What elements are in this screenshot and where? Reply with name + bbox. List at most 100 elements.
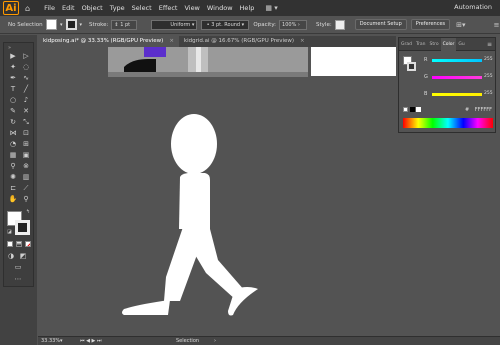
free-transform-tool-icon[interactable]: ⊡ — [21, 128, 31, 138]
draw-behind-icon[interactable]: ◩ — [18, 251, 28, 261]
blue-value[interactable]: 255 — [484, 91, 493, 96]
default-colors-icon[interactable]: ◪ — [7, 229, 12, 235]
status-arrow-icon[interactable]: › — [214, 338, 216, 344]
opacity-field[interactable]: 100% › — [279, 19, 308, 30]
gradient-mode-icon[interactable] — [16, 241, 22, 247]
tab-gradient[interactable]: Grad — [399, 38, 414, 51]
tab-color[interactable]: Color — [440, 37, 457, 51]
eraser-tool-icon[interactable]: ✕ — [21, 106, 31, 116]
chevron-down-icon[interactable]: ▾ — [60, 22, 63, 28]
control-bar: No Selection ▾ ▾ Stroke: ⇕ 1 pt Uniform … — [0, 16, 500, 34]
tab-stroke[interactable]: Stro — [428, 38, 441, 51]
width-tool-icon[interactable]: ⋈ — [8, 128, 18, 138]
document-setup-button[interactable]: Document Setup — [354, 19, 407, 30]
close-icon[interactable]: × — [169, 38, 174, 44]
line-tool-icon[interactable]: ╱ — [21, 84, 31, 94]
selection-tool-icon[interactable]: ▶ — [8, 51, 18, 61]
color-mode-icon[interactable] — [7, 241, 13, 247]
tab-transparency[interactable]: Tran — [414, 38, 428, 51]
green-value[interactable]: 255 — [484, 74, 493, 79]
fill-swatch[interactable] — [46, 19, 57, 30]
draw-mode-icon[interactable]: ◑ — [6, 251, 16, 261]
figure-back-shoe — [122, 300, 170, 315]
direct-selection-tool-icon[interactable]: ▷ — [21, 51, 31, 61]
arrange-icon[interactable]: ⊞▾ — [456, 21, 465, 29]
tab-kidposing[interactable]: kidposing.ai* @ 33.33% (RGB/GPU Preview)… — [38, 36, 179, 47]
gradient-tool-icon[interactable]: ▣ — [21, 150, 31, 160]
scale-tool-icon[interactable]: ⤡ — [21, 117, 31, 127]
rotate-tool-icon[interactable]: ↻ — [8, 117, 18, 127]
preferences-button[interactable]: Preferences — [410, 19, 451, 30]
lasso-tool-icon[interactable]: ◌ — [21, 62, 31, 72]
mesh-tool-icon[interactable]: ▦ — [8, 150, 18, 160]
white-swatch[interactable] — [416, 107, 421, 112]
zoom-dropdown-icon[interactable]: ▾ — [60, 338, 63, 344]
menu-bar: Ai ⌂ File Edit Object Type Select Effect… — [0, 0, 500, 16]
hex-field[interactable]: # FFFFFF — [465, 107, 492, 113]
layout-icon[interactable]: ▦ ▾ — [265, 4, 277, 12]
panel-stroke-swatch[interactable] — [407, 62, 416, 71]
symbol-sprayer-tool-icon[interactable]: ✺ — [8, 172, 18, 182]
workspace-switcher[interactable]: Automation — [454, 3, 492, 11]
menu-icon[interactable]: ≡ — [494, 21, 500, 29]
paintbrush-tool-icon[interactable]: ♪ — [21, 95, 31, 105]
zoom-tool-icon[interactable]: ⚲ — [21, 194, 31, 204]
zoom-level[interactable]: 33.33% — [41, 338, 60, 344]
artboard-nav[interactable]: ⏮ ◀ ▶ ⏭ — [80, 338, 101, 344]
red-slider[interactable] — [432, 59, 482, 62]
tab-guide[interactable]: Gu — [456, 38, 466, 51]
status-bar: 33.33% ▾ ⏮ ◀ ▶ ⏭ Selection › — [38, 336, 500, 345]
main-menu: File Edit Object Type Select Effect View… — [44, 4, 261, 12]
menu-help[interactable]: Help — [240, 4, 255, 12]
panel-menu-icon[interactable]: ≡ — [487, 41, 492, 48]
close-icon[interactable]: × — [300, 38, 305, 44]
opacity-label[interactable]: Opacity: — [253, 22, 276, 28]
blue-slider[interactable] — [432, 93, 482, 96]
menu-edit[interactable]: Edit — [62, 4, 75, 12]
menu-select[interactable]: Select — [132, 4, 152, 12]
menu-file[interactable]: File — [44, 4, 55, 12]
none-mode-icon[interactable] — [25, 241, 31, 247]
stroke-weight-field[interactable]: ⇕ 1 pt — [111, 19, 138, 30]
artboard-white — [311, 47, 396, 76]
none-swatch-icon[interactable] — [403, 107, 408, 112]
fill-stroke-widget[interactable]: ↰ ◪ — [7, 209, 33, 237]
menu-effect[interactable]: Effect — [159, 4, 178, 12]
menu-object[interactable]: Object — [82, 4, 103, 12]
home-icon[interactable]: ⌂ — [25, 4, 30, 13]
chevron-down-icon[interactable]: ▾ — [80, 22, 83, 28]
eyedropper-tool-icon[interactable]: ⚲ — [8, 161, 18, 171]
selection-status: No Selection — [8, 21, 43, 28]
column-graph-tool-icon[interactable]: ▥ — [21, 172, 31, 182]
tools-panel: » ▶ ▷ ✦ ◌ ✒ ∿ T ╱ ○ ♪ ✎ ✕ ↻ ⤡ ⋈ ⊡ ◔ ⊞ ▦ … — [3, 42, 34, 287]
menu-type[interactable]: Type — [110, 4, 125, 12]
type-tool-icon[interactable]: T — [8, 84, 18, 94]
red-value[interactable]: 255 — [484, 57, 493, 62]
stroke-swatch[interactable] — [65, 19, 77, 30]
menu-view[interactable]: View — [184, 4, 199, 12]
shape-builder-tool-icon[interactable]: ◔ — [8, 139, 18, 149]
stroke-swatch-large[interactable] — [15, 220, 30, 235]
slice-tool-icon[interactable]: ⟋ — [21, 183, 31, 193]
magic-wand-tool-icon[interactable]: ✦ — [8, 62, 18, 72]
hand-tool-icon[interactable]: ✋ — [8, 194, 18, 204]
artboard-tool-icon[interactable]: ⊏ — [8, 183, 18, 193]
ellipse-tool-icon[interactable]: ○ — [8, 95, 18, 105]
tab-kidgrid[interactable]: kidgrid.ai @ 16.67% (RGB/GPU Preview) × — [179, 36, 310, 47]
shaper-tool-icon[interactable]: ✎ — [8, 106, 18, 116]
black-swatch[interactable] — [410, 107, 415, 112]
perspective-grid-tool-icon[interactable]: ⊞ — [21, 139, 31, 149]
swap-icon[interactable]: ↰ — [26, 209, 30, 215]
menu-window[interactable]: Window — [207, 4, 233, 12]
screen-mode-icon[interactable]: ▭ — [13, 262, 23, 272]
stroke-label: Stroke: — [89, 21, 109, 28]
style-swatch[interactable] — [334, 19, 345, 30]
more-tools-icon[interactable]: ⋯ — [13, 274, 23, 284]
blend-tool-icon[interactable]: ⊗ — [21, 161, 31, 171]
pen-tool-icon[interactable]: ✒ — [8, 73, 18, 83]
green-slider[interactable] — [432, 76, 482, 79]
variable-width-profile[interactable]: Uniform ▾ — [151, 19, 198, 30]
brush-definition[interactable]: • 3 pt. Round ▾ — [201, 19, 250, 30]
color-spectrum[interactable] — [403, 118, 493, 128]
curvature-tool-icon[interactable]: ∿ — [21, 73, 31, 83]
